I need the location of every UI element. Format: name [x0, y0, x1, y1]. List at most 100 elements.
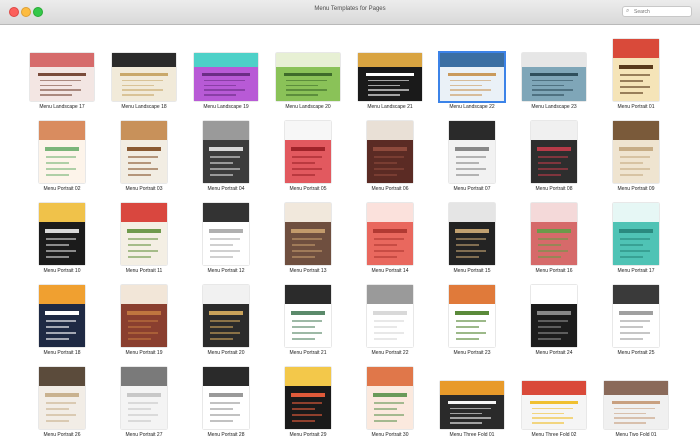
template-tile[interactable]: Menu Portrait 05: [268, 115, 348, 195]
template-tile[interactable]: Menu Portrait 21: [268, 279, 348, 359]
thumbnail-text-line: [291, 332, 322, 334]
template-tile[interactable]: Menu Portrait 13: [268, 197, 348, 277]
template-thumbnail[interactable]: [121, 121, 167, 183]
template-thumbnail[interactable]: [112, 53, 176, 101]
template-thumbnail[interactable]: [30, 53, 94, 101]
template-tile[interactable]: Menu Portrait 19: [104, 279, 184, 359]
template-thumbnail[interactable]: [285, 285, 331, 347]
template-tile[interactable]: Menu Portrait 09: [596, 115, 676, 195]
thumbnail-accent-band: [536, 229, 572, 233]
template-thumbnail[interactable]: [531, 203, 577, 265]
template-tile[interactable]: Menu Landscape 20: [268, 33, 348, 113]
template-thumbnail[interactable]: [367, 367, 413, 429]
template-tile[interactable]: Menu Portrait 16: [514, 197, 594, 277]
title-bar[interactable]: Menu Templates for Pages ⌕: [0, 0, 700, 25]
template-tile[interactable]: Menu Portrait 30: [350, 361, 430, 438]
template-tile[interactable]: Menu Portrait 10: [22, 197, 102, 277]
template-thumbnail[interactable]: [39, 367, 85, 429]
template-tile[interactable]: Menu Portrait 03: [104, 115, 184, 195]
template-thumbnail[interactable]: [438, 51, 506, 103]
template-thumbnail[interactable]: [531, 121, 577, 183]
thumbnail-accent-band: [454, 229, 490, 233]
template-thumbnail[interactable]: [39, 121, 85, 183]
template-thumbnail[interactable]: [285, 121, 331, 183]
thumbnail-header-band: [367, 203, 413, 222]
thumbnail-text-line: [531, 79, 574, 82]
template-thumbnail[interactable]: [367, 203, 413, 265]
template-tile[interactable]: Menu Portrait 12: [186, 197, 266, 277]
template-tile[interactable]: Menu Two Fold 01: [596, 361, 676, 438]
template-thumbnail[interactable]: [449, 203, 495, 265]
template-tile[interactable]: Menu Three Fold 02: [514, 361, 594, 438]
template-tile[interactable]: Menu Landscape 22: [432, 33, 512, 113]
template-thumbnail[interactable]: [203, 367, 249, 429]
template-thumbnail[interactable]: [121, 367, 167, 429]
template-tile[interactable]: Menu Portrait 06: [350, 115, 430, 195]
template-thumbnail[interactable]: [440, 381, 504, 429]
template-tile[interactable]: Menu Portrait 08: [514, 115, 594, 195]
template-thumbnail[interactable]: [367, 121, 413, 183]
template-thumbnail[interactable]: [39, 203, 85, 265]
template-thumbnail[interactable]: [276, 53, 340, 101]
template-thumbnail[interactable]: [121, 285, 167, 347]
template-thumbnail[interactable]: [604, 381, 668, 429]
template-thumbnail[interactable]: [613, 285, 659, 347]
thumbnail-text-line: [45, 243, 69, 246]
template-thumbnail[interactable]: [203, 285, 249, 347]
template-thumbnail[interactable]: [613, 39, 659, 101]
thumbnail-text-line: [531, 84, 564, 87]
template-tile[interactable]: Menu Portrait 02: [22, 115, 102, 195]
thumbnail-header-band: [285, 367, 331, 386]
template-tile[interactable]: Menu Landscape 19: [186, 33, 266, 113]
template-tile[interactable]: Menu Portrait 26: [22, 361, 102, 438]
thumbnail-text-line: [619, 338, 643, 341]
template-thumbnail[interactable]: [358, 53, 422, 101]
thumbnail-text-line: [39, 94, 72, 96]
template-thumbnail[interactable]: [285, 203, 331, 265]
template-label: Menu Portrait 10: [43, 268, 81, 274]
thumbnail-header-band: [367, 121, 413, 140]
thumbnail-header-band: [121, 285, 167, 304]
template-tile[interactable]: Menu Portrait 01: [596, 33, 676, 113]
template-tile[interactable]: Menu Landscape 21: [350, 33, 430, 113]
template-tile[interactable]: Menu Portrait 22: [350, 279, 430, 359]
template-tile[interactable]: Menu Portrait 27: [104, 361, 184, 438]
template-thumbnail[interactable]: [449, 121, 495, 183]
thumbnail-text-line: [121, 94, 154, 96]
template-thumbnail[interactable]: [39, 285, 85, 347]
template-tile[interactable]: Menu Landscape 18: [104, 33, 184, 113]
template-tile[interactable]: Menu Three Fold 01: [432, 361, 512, 438]
template-tile[interactable]: Menu Portrait 18: [22, 279, 102, 359]
template-thumbnail[interactable]: [449, 285, 495, 347]
template-thumbnail[interactable]: [531, 285, 577, 347]
template-tile[interactable]: Menu Portrait 20: [186, 279, 266, 359]
template-thumbnail[interactable]: [203, 203, 249, 265]
template-tile[interactable]: Menu Portrait 25: [596, 279, 676, 359]
template-tile[interactable]: Menu Portrait 28: [186, 361, 266, 438]
template-tile[interactable]: Menu Portrait 23: [432, 279, 512, 359]
template-tile[interactable]: Menu Portrait 15: [432, 197, 512, 277]
search-input[interactable]: [634, 7, 689, 16]
template-tile[interactable]: Menu Landscape 17: [22, 33, 102, 113]
template-tile[interactable]: Menu Portrait 11: [104, 197, 184, 277]
template-thumbnail[interactable]: [522, 53, 586, 101]
search-field[interactable]: ⌕: [622, 6, 692, 17]
thumbnail-text-line: [45, 401, 76, 404]
template-tile[interactable]: Menu Portrait 24: [514, 279, 594, 359]
thumbnail-text-line: [619, 243, 643, 246]
template-tile[interactable]: Menu Portrait 07: [432, 115, 512, 195]
template-thumbnail[interactable]: [121, 203, 167, 265]
template-thumbnail[interactable]: [194, 53, 258, 101]
template-tile[interactable]: Menu Portrait 14: [350, 197, 430, 277]
template-thumbnail[interactable]: [613, 203, 659, 265]
template-thumbnail[interactable]: [613, 121, 659, 183]
template-thumbnail[interactable]: [522, 381, 586, 429]
template-label: Menu Portrait 01: [617, 104, 655, 110]
template-thumbnail[interactable]: [203, 121, 249, 183]
template-thumbnail[interactable]: [367, 285, 413, 347]
template-tile[interactable]: Menu Landscape 23: [514, 33, 594, 113]
template-thumbnail[interactable]: [285, 367, 331, 429]
template-tile[interactable]: Menu Portrait 04: [186, 115, 266, 195]
template-tile[interactable]: Menu Portrait 29: [268, 361, 348, 438]
template-tile[interactable]: Menu Portrait 17: [596, 197, 676, 277]
